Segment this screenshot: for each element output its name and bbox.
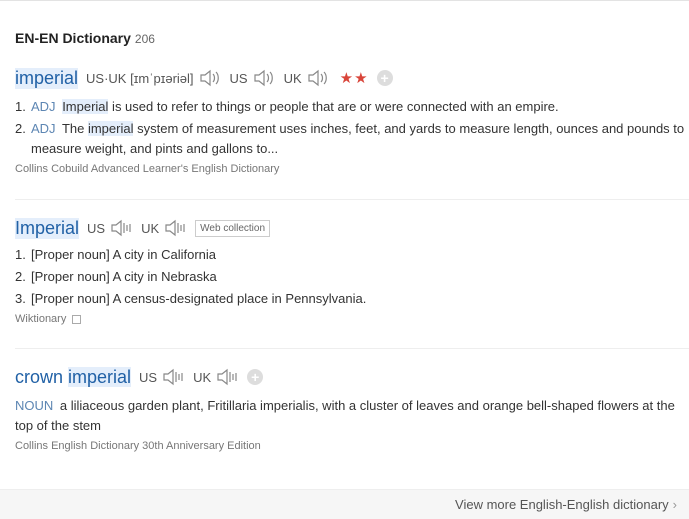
definition-list: 1. ADJ Imperial is used to refer to thin… <box>15 97 687 159</box>
definition-item: 3. [Proper noun] A census-designated plac… <box>15 289 687 309</box>
def-number: 2. <box>15 121 26 136</box>
def-post: is used to refer to things or people tha… <box>108 99 559 114</box>
uk-speaker-icon[interactable] <box>163 219 187 237</box>
headword-highlight: imperial <box>68 366 132 387</box>
uk-label: UK <box>283 70 302 86</box>
footer: View more English-English dictionary › <box>0 489 689 519</box>
section-title-text: EN-EN Dictionary <box>15 30 131 46</box>
headword-pre: crown <box>15 366 69 387</box>
entry-imperial-proper: Imperial US UK Web collection 1. [Proper … <box>15 217 687 325</box>
external-link-icon <box>72 314 82 324</box>
add-word-button[interactable]: + <box>247 369 264 385</box>
chevron-right-icon: › <box>672 497 677 512</box>
headword[interactable]: Imperial <box>15 217 80 239</box>
us-speaker-icon[interactable] <box>161 368 185 386</box>
definition: NOUN a liliaceous garden plant, Fritilla… <box>15 396 687 436</box>
entry-header: crown imperial US UK + <box>15 366 687 388</box>
def-number: 3. <box>15 291 26 306</box>
definition-item: 1. [Proper noun] A city in California <box>15 245 687 265</box>
frequency-stars: ★★ <box>339 70 369 87</box>
def-text: [Proper noun] A city in Nebraska <box>31 269 217 284</box>
entry-header: imperial US·UK [ɪmˈpɪəriəl] US UK ★★ + <box>15 67 687 89</box>
highlighted-term: imperial <box>87 121 134 136</box>
definition-item: 2. ADJ The imperial system of measuremen… <box>15 119 687 159</box>
def-text: ADJ Imperial is used to refer to things … <box>31 97 559 117</box>
us-speaker-icon[interactable] <box>109 219 133 237</box>
pron-label: US·UK [ɪmˈpɪəriəl] <box>86 71 194 86</box>
def-number: 2. <box>15 269 26 284</box>
us-label: US <box>87 220 106 236</box>
divider <box>15 348 689 349</box>
dictionary-source[interactable]: Collins English Dictionary 30th Annivers… <box>15 440 687 452</box>
def-number: 1. <box>15 247 26 262</box>
view-more-text: View more English-English dictionary <box>455 497 669 512</box>
def-text: [Proper noun] A city in California <box>31 247 216 262</box>
us-label: US <box>139 369 158 385</box>
divider <box>15 199 689 200</box>
uk-label: UK <box>141 220 160 236</box>
add-word-button[interactable]: + <box>376 70 393 86</box>
pron-region-label: US·UK <box>86 70 127 86</box>
entry-crown-imperial: crown imperial US UK + NOUN a liliaceous… <box>15 366 687 452</box>
top-divider <box>0 0 689 1</box>
us-speaker-icon[interactable] <box>252 69 276 87</box>
source-text: Wiktionary <box>15 313 67 325</box>
ipa-text: [ɪmˈpɪəriəl] <box>130 70 194 86</box>
def-text: ADJ The imperial system of measurement u… <box>31 119 687 159</box>
part-of-speech: ADJ <box>31 121 56 136</box>
uk-label: UK <box>193 369 212 385</box>
entry-imperial: imperial US·UK [ɪmˈpɪəriəl] US UK ★★ + 1… <box>15 67 687 175</box>
def-number: 1. <box>15 99 26 114</box>
speaker-icon[interactable] <box>198 69 222 87</box>
def-text: a liliaceous garden plant, Fritillaria i… <box>15 398 675 433</box>
dictionary-source[interactable]: Wiktionary <box>15 313 687 325</box>
view-more-link[interactable]: View more English-English dictionary › <box>455 497 677 512</box>
dictionary-source[interactable]: Collins Cobuild Advanced Learner's Engli… <box>15 163 687 175</box>
uk-speaker-icon[interactable] <box>215 368 239 386</box>
result-count: 206 <box>134 32 155 46</box>
section-title: EN-EN Dictionary 206 <box>15 30 155 46</box>
headword[interactable]: imperial <box>15 67 79 89</box>
headword[interactable]: crown imperial <box>15 366 132 388</box>
us-label: US <box>229 70 248 86</box>
def-pre: The <box>61 121 88 136</box>
highlighted-term: Imperial <box>62 99 109 114</box>
part-of-speech: ADJ <box>31 99 56 114</box>
uk-speaker-icon[interactable] <box>306 69 330 87</box>
part-of-speech: NOUN <box>15 398 54 413</box>
definition-list: 1. [Proper noun] A city in California 2. [… <box>15 245 687 309</box>
definition-item: 2. [Proper noun] A city in Nebraska <box>15 267 687 287</box>
definition-item: 1. ADJ Imperial is used to refer to thin… <box>15 97 687 117</box>
web-collection-tag: Web collection <box>195 219 271 237</box>
def-text: [Proper noun] A census-designated place … <box>31 291 367 306</box>
entry-header: Imperial US UK Web collection <box>15 217 687 239</box>
